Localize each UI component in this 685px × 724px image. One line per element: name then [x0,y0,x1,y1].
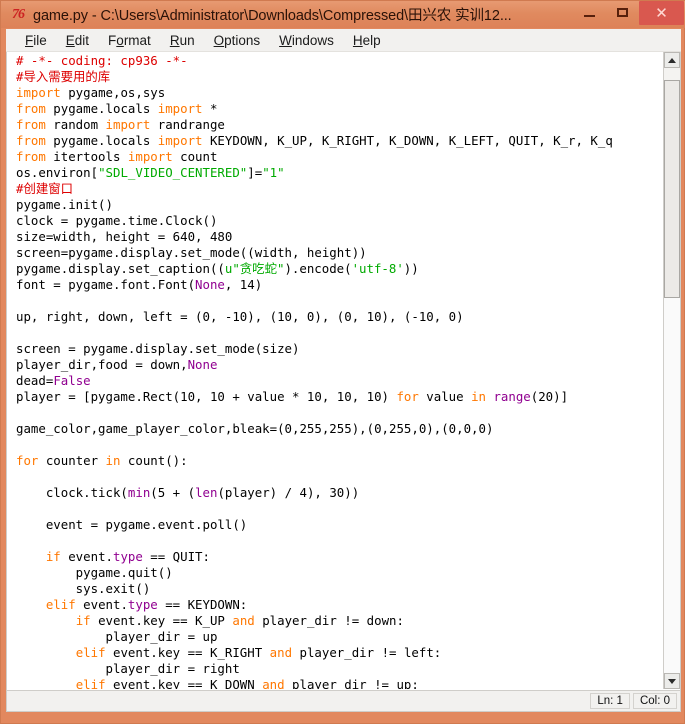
status-line-indicator: Ln: 1 [590,693,630,709]
menu-mnemonic: W [279,32,292,48]
editor-area[interactable]: # -*- coding: cp936 -*- #导入需要用的库 import … [6,52,681,691]
close-button[interactable]: ✕ [639,1,684,25]
window-title: game.py - C:\Users\Administrator\Downloa… [33,8,512,24]
menu-mnemonic: E [65,32,75,48]
menu-item-run[interactable]: Run [161,31,204,50]
menu-item-options[interactable]: Options [205,31,270,50]
triangle-down-glyph [668,678,676,684]
scrollbar-thumb[interactable] [664,80,680,298]
menu-item-help[interactable]: Help [344,31,390,50]
idle-editor-window: 76 game.py - C:\Users\Administrator\Down… [0,0,685,724]
status-bar: Ln: 1 Col: 0 [6,691,681,712]
scrollbar-track[interactable] [664,298,680,673]
menu-item-format[interactable]: Format [99,31,160,50]
menu-bar: File Edit Format Run Options Windows Help [6,29,681,52]
triangle-up-glyph [668,57,676,63]
menu-mnemonic: O [213,32,225,48]
menu-mnemonic: R [169,32,180,48]
status-col-indicator: Col: 0 [632,693,677,709]
menu-mnemonic: o [116,32,124,48]
vertical-scrollbar[interactable] [663,52,680,689]
maximize-icon [617,8,628,17]
code-text[interactable]: # -*- coding: cp936 -*- #导入需要用的库 import … [7,52,664,689]
python-idle-icon: 76 [12,6,25,22]
minimize-icon [584,14,595,17]
menu-item-file[interactable]: File [16,31,56,50]
menu-mnemonic: F [25,32,34,48]
menu-item-edit[interactable]: Edit [57,31,98,50]
title-bar[interactable]: 76 game.py - C:\Users\Administrator\Down… [1,1,685,28]
minimize-button[interactable] [573,2,606,24]
menu-item-windows[interactable]: Windows [270,31,343,50]
scroll-down-arrow-icon[interactable] [664,673,680,689]
menu-mnemonic: H [352,32,363,48]
maximize-button[interactable] [606,2,639,24]
scroll-up-arrow-icon[interactable] [664,52,680,68]
